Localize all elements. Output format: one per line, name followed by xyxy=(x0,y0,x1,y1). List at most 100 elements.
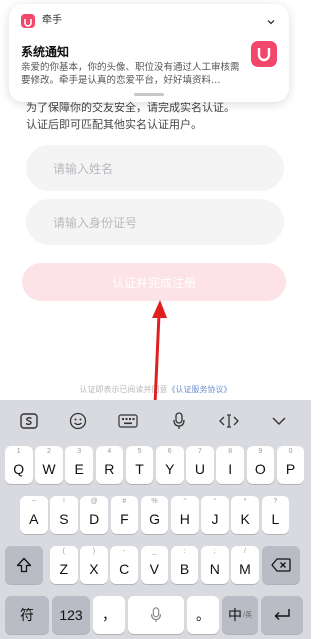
chevron-down-icon[interactable] xyxy=(265,13,277,25)
key-c[interactable]: -C xyxy=(110,546,138,584)
key-w[interactable]: 2W xyxy=(35,446,63,484)
key-o[interactable]: 9O xyxy=(246,446,275,484)
comma-key-label: ， xyxy=(102,607,116,623)
key-q-secondary: 1 xyxy=(16,448,21,455)
key-i[interactable]: 8I xyxy=(216,446,244,484)
key-r-label: R xyxy=(104,461,115,477)
key-t[interactable]: 5T xyxy=(125,446,154,484)
agreement-prefix: 认证即表示已阅读并同意 xyxy=(79,385,168,394)
notification-title: 系统通知 xyxy=(21,45,70,59)
cursor-move-icon[interactable] xyxy=(218,410,240,432)
key-s-label: S xyxy=(59,511,69,527)
collapse-chevron-icon[interactable] xyxy=(268,410,290,432)
verify-register-button[interactable]: 认证并完成注册 xyxy=(22,263,286,301)
key-l[interactable]: ? L xyxy=(261,496,290,534)
key-r[interactable]: 4R xyxy=(95,446,124,484)
key-r-secondary: 4 xyxy=(107,448,112,455)
key-l-secondary: ? xyxy=(273,498,278,505)
key-a[interactable]: ~ A xyxy=(20,496,48,534)
numbers-key-label: 123 xyxy=(59,607,83,623)
emoji-icon[interactable] xyxy=(67,410,89,432)
key-e-label: E xyxy=(74,461,84,477)
key-p[interactable]: 0P xyxy=(276,446,305,484)
key-z[interactable]: (Z xyxy=(50,546,78,584)
key-p-secondary: 0 xyxy=(288,448,293,455)
agreement-link[interactable]: 《认证服务协议》 xyxy=(168,385,232,394)
key-x-secondary: ) xyxy=(92,548,96,555)
key-k-label: K xyxy=(240,511,250,527)
qianshou-app-icon xyxy=(21,14,35,28)
key-t-label: T xyxy=(135,461,144,477)
description-line-2: 认证后即可匹配其他实名认证用户。 xyxy=(26,118,202,131)
key-h-label: H xyxy=(179,511,190,527)
key-g[interactable]: % G xyxy=(140,496,169,534)
language-switch-key[interactable]: 中/英 xyxy=(222,596,258,634)
key-y-label: Y xyxy=(165,461,175,477)
comma-key[interactable]: ， xyxy=(93,596,125,634)
language-key-sub: /英 xyxy=(243,612,252,619)
backspace-key[interactable] xyxy=(262,546,300,584)
key-m[interactable]: / M xyxy=(231,546,259,584)
numbers-key[interactable]: 123 xyxy=(52,596,90,634)
key-s[interactable]: ! S xyxy=(50,496,78,534)
key-z-label: Z xyxy=(59,561,69,577)
space-key[interactable] xyxy=(128,596,184,634)
key-h-secondary: " xyxy=(183,498,187,505)
symbols-key-label: 符 xyxy=(20,607,34,623)
key-k[interactable]: * K xyxy=(231,496,259,534)
key-n-label: N xyxy=(209,561,220,577)
system-notification[interactable]: 牵手 系统通知 亲爱的你基本，你的头像、职位没有通过人工审核需要修改。牵手是认真… xyxy=(9,4,289,102)
key-f[interactable]: # F xyxy=(110,496,139,534)
keyboard-icon[interactable] xyxy=(117,410,139,432)
key-v[interactable]: _ V xyxy=(140,546,169,584)
key-j-secondary: “ xyxy=(213,498,217,505)
agreement-text: 认证即表示已阅读并同意《认证服务协议》 xyxy=(0,384,311,395)
key-a-label: A xyxy=(29,511,39,527)
key-v-label: V xyxy=(149,561,160,577)
language-key-label: 中 xyxy=(228,607,243,623)
key-j[interactable]: “J xyxy=(201,496,229,534)
key-t-secondary: 5 xyxy=(137,448,142,455)
key-n[interactable]: ; N xyxy=(201,546,229,584)
key-m-secondary: / xyxy=(243,548,246,555)
notification-drag-handle[interactable] xyxy=(134,93,164,96)
key-c-label: C xyxy=(119,561,130,577)
key-d[interactable]: @ D xyxy=(80,496,108,534)
notification-thumbnail-icon xyxy=(251,41,277,67)
sogou-logo-icon[interactable] xyxy=(18,410,40,432)
period-key[interactable]: 。 xyxy=(187,596,219,634)
key-c-secondary: - xyxy=(122,548,126,555)
keyboard-toolbar xyxy=(0,400,311,440)
key-a-secondary: ~ xyxy=(31,498,36,505)
id-number-input[interactable]: 请输入身份证号 xyxy=(26,199,284,245)
notification-app-name: 牵手 xyxy=(42,15,62,26)
key-e[interactable]: 3E xyxy=(65,446,93,484)
key-x[interactable]: ) X xyxy=(80,546,108,584)
key-p-label: P xyxy=(285,461,296,477)
key-m-label: M xyxy=(239,561,251,577)
verification-description: 为了保障你的交友安全，请完成实名认证。 认证后即可匹配其他实名认证用户。 xyxy=(26,99,296,133)
enter-key[interactable] xyxy=(261,596,303,634)
key-b-label: B xyxy=(179,561,190,577)
key-g-secondary: % xyxy=(151,498,158,505)
key-u-secondary: 7 xyxy=(197,448,202,455)
key-w-label: W xyxy=(42,461,56,477)
period-key-label: 。 xyxy=(196,607,210,623)
key-o-label: O xyxy=(254,461,266,477)
key-b[interactable]: :B xyxy=(170,546,199,584)
key-o-secondary: 9 xyxy=(258,448,263,455)
name-input[interactable]: 请输入姓名 xyxy=(26,145,284,191)
shift-key[interactable] xyxy=(5,546,43,584)
key-q-label: Q xyxy=(13,461,25,477)
key-f-secondary: # xyxy=(122,498,127,505)
key-u[interactable]: 7U xyxy=(186,446,214,484)
key-q[interactable]: 1Q xyxy=(5,446,33,484)
key-y[interactable]: 6Y xyxy=(156,446,184,484)
notification-body: 亲爱的你基本，你的头像、职位没有通过人工审核需要修改。牵手是认真的恋爱平台，好好… xyxy=(21,62,240,86)
key-s-secondary: ! xyxy=(62,498,65,505)
symbols-key[interactable]: 符 xyxy=(5,596,49,634)
key-e-secondary: 3 xyxy=(77,448,82,455)
key-u-label: U xyxy=(194,461,205,477)
microphone-icon[interactable] xyxy=(168,410,190,432)
key-h[interactable]: " H xyxy=(171,496,199,534)
